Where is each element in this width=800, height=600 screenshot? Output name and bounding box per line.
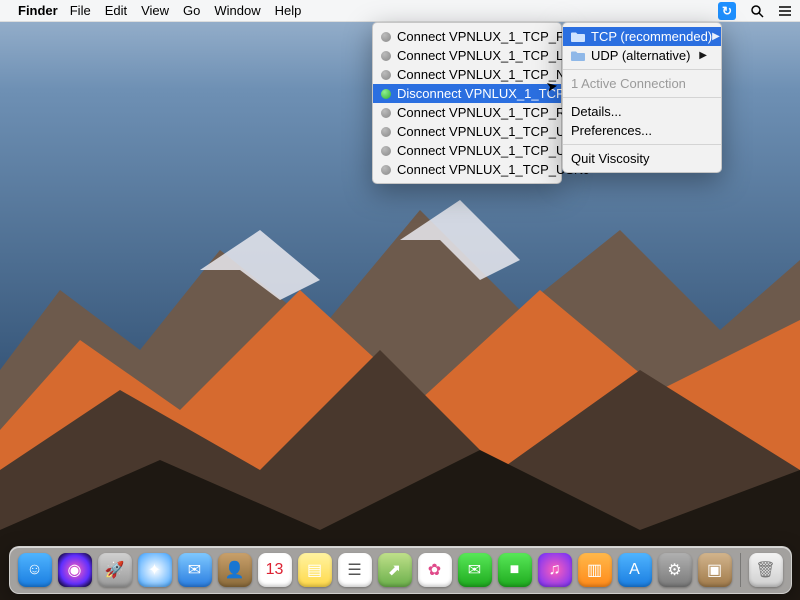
vpn-connection-label: Connect VPNLUX_1_TCP_UK bbox=[397, 124, 574, 139]
dock-app-mail[interactable]: ✉ bbox=[178, 553, 212, 587]
viscosity-submenu: TCP (recommended)▶UDP (alternative)▶ 1 A… bbox=[562, 22, 722, 173]
folder-icon bbox=[571, 32, 585, 42]
vpn-connection-item[interactable]: Disconnect VPNLUX_1_TCP_RUMSK bbox=[373, 84, 561, 103]
dock-app-contacts[interactable]: 👤 bbox=[218, 553, 252, 587]
dock-app-safari[interactable]: ✦ bbox=[138, 553, 172, 587]
vpn-connection-item[interactable]: Connect VPNLUX_1_TCP_NL bbox=[373, 65, 561, 84]
menubar: Finder File Edit View Go Window Help ↻ bbox=[0, 0, 800, 22]
protocol-folder-item[interactable]: TCP (recommended)▶ bbox=[563, 27, 721, 46]
vpn-connection-item[interactable]: Connect VPNLUX_1_TCP_LU bbox=[373, 46, 561, 65]
vpn-connection-item[interactable]: Connect VPNLUX_1_TCP_RUSPB bbox=[373, 103, 561, 122]
dock-app-launchpad[interactable]: 🚀 bbox=[98, 553, 132, 587]
dock-app-maps[interactable]: ⬈ bbox=[378, 553, 412, 587]
dock-app-siri[interactable]: ◉ bbox=[58, 553, 92, 587]
dock-app-calendar[interactable]: 13 bbox=[258, 553, 292, 587]
dock: ☺◉🚀✦✉👤13▤☰⬈✿✉■♫▥A⚙▣🗑 bbox=[0, 546, 800, 594]
menubar-item-window[interactable]: Window bbox=[214, 3, 260, 18]
vpn-connection-item[interactable]: Connect VPNLUX_1_TCP_USCA bbox=[373, 141, 561, 160]
dock-app-appstore[interactable]: A bbox=[618, 553, 652, 587]
dock-app-ibooks[interactable]: ▥ bbox=[578, 553, 612, 587]
menu-details[interactable]: Details... bbox=[563, 102, 721, 121]
dock-app-trash[interactable]: 🗑 bbox=[749, 553, 783, 587]
dock-app-viscosity[interactable]: ▣ bbox=[698, 553, 732, 587]
dock-app-notes[interactable]: ▤ bbox=[298, 553, 332, 587]
submenu-arrow-icon: ▶ bbox=[712, 31, 720, 42]
status-disconnected-icon bbox=[381, 165, 391, 175]
viscosity-menubar-icon[interactable]: ↻ bbox=[718, 2, 736, 20]
menubar-item-help[interactable]: Help bbox=[275, 3, 302, 18]
menubar-item-edit[interactable]: Edit bbox=[105, 3, 127, 18]
status-disconnected-icon bbox=[381, 108, 391, 118]
menubar-item-go[interactable]: Go bbox=[183, 3, 200, 18]
spotlight-icon[interactable] bbox=[750, 4, 764, 18]
vpn-connection-item[interactable]: Connect VPNLUX_1_TCP_UK bbox=[373, 122, 561, 141]
vpn-connection-label: Connect VPNLUX_1_TCP_LU bbox=[397, 48, 573, 63]
menubar-item-view[interactable]: View bbox=[141, 3, 169, 18]
vpn-connection-label: Connect VPNLUX_1_TCP_USNJ bbox=[397, 162, 590, 177]
menu-preferences[interactable]: Preferences... bbox=[563, 121, 721, 140]
notification-center-icon[interactable] bbox=[778, 4, 792, 18]
status-disconnected-icon bbox=[381, 146, 391, 156]
desktop-wallpaper bbox=[0, 170, 800, 600]
mouse-cursor: ➤ bbox=[545, 77, 560, 96]
status-disconnected-icon bbox=[381, 70, 391, 80]
menu-quit-viscosity[interactable]: Quit Viscosity bbox=[563, 149, 721, 168]
dock-app-finder[interactable]: ☺ bbox=[18, 553, 52, 587]
dock-app-facetime[interactable]: ■ bbox=[498, 553, 532, 587]
status-disconnected-icon bbox=[381, 32, 391, 42]
status-disconnected-icon bbox=[381, 51, 391, 61]
status-disconnected-icon bbox=[381, 127, 391, 137]
vpn-connections-menu: Connect VPNLUX_1_TCP_FRConnect VPNLUX_1_… bbox=[372, 22, 562, 184]
dock-app-itunes[interactable]: ♫ bbox=[538, 553, 572, 587]
dock-app-preferences[interactable]: ⚙ bbox=[658, 553, 692, 587]
protocol-folder-item[interactable]: UDP (alternative) ▶ bbox=[563, 46, 721, 65]
status-connected-icon bbox=[381, 89, 391, 99]
dock-app-messages[interactable]: ✉ bbox=[458, 553, 492, 587]
protocol-label: UDP (alternative) bbox=[591, 48, 690, 63]
dock-app-photos[interactable]: ✿ bbox=[418, 553, 452, 587]
vpn-connection-label: Connect VPNLUX_1_TCP_FR bbox=[397, 29, 573, 44]
menubar-item-file[interactable]: File bbox=[70, 3, 91, 18]
dock-separator bbox=[740, 553, 741, 587]
vpn-connection-item[interactable]: Connect VPNLUX_1_TCP_FR bbox=[373, 27, 561, 46]
folder-icon bbox=[571, 51, 585, 61]
active-connection-status: 1 Active Connection bbox=[563, 74, 721, 93]
dock-app-reminders[interactable]: ☰ bbox=[338, 553, 372, 587]
protocol-label: TCP (recommended) bbox=[591, 29, 712, 44]
vpn-connection-item[interactable]: Connect VPNLUX_1_TCP_USNJ bbox=[373, 160, 561, 179]
submenu-arrow-icon: ▶ bbox=[699, 50, 707, 61]
app-name[interactable]: Finder bbox=[18, 3, 58, 18]
